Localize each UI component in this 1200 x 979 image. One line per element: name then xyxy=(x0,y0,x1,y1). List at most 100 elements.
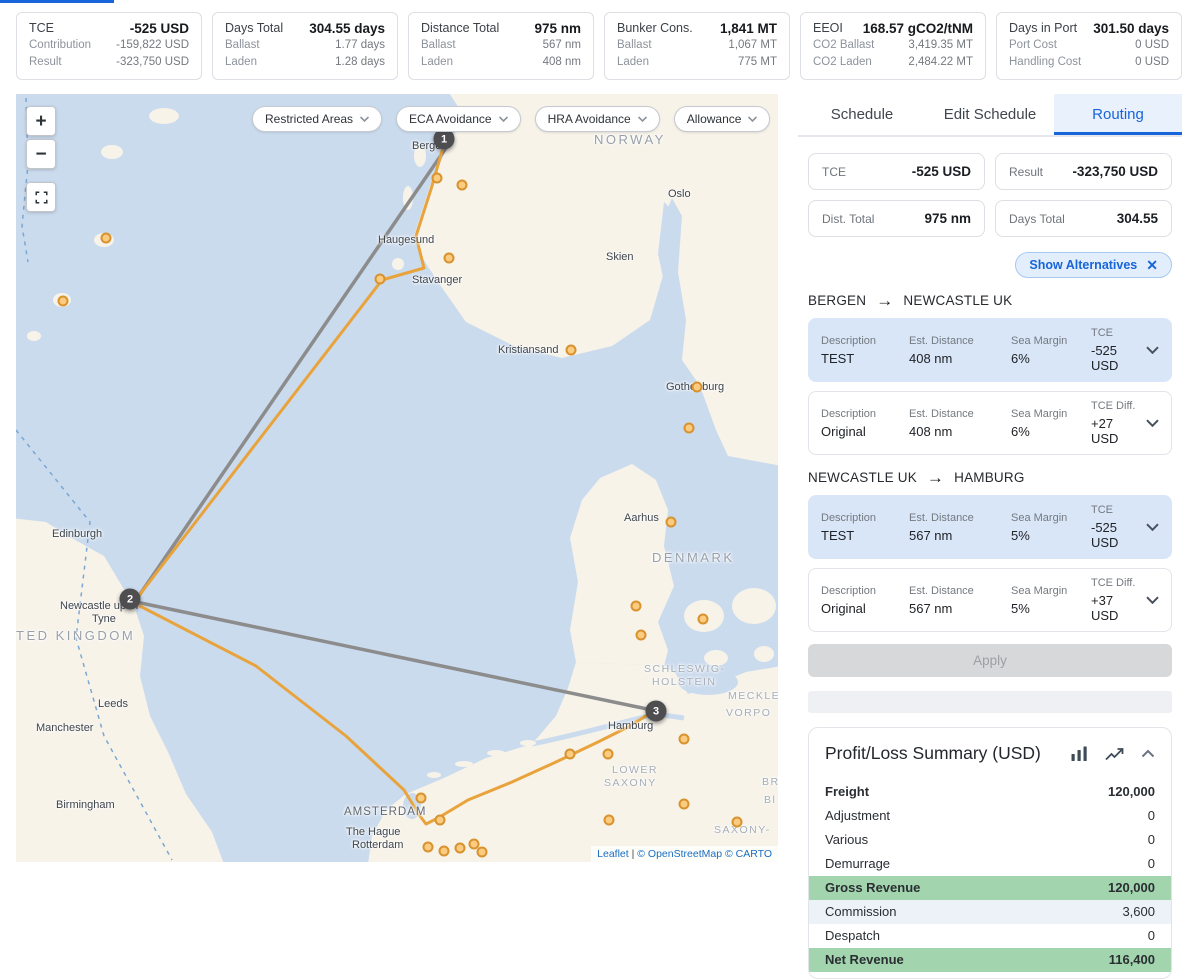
apply-button[interactable]: Apply xyxy=(808,644,1172,677)
map-label-vorpommern: VORPO xyxy=(726,707,771,719)
kpi-value: 1,841 MT xyxy=(720,20,777,37)
fit-bounds-button[interactable] xyxy=(26,182,56,212)
route-field: Est. Distance567 nm xyxy=(909,585,1011,616)
port-dot xyxy=(631,601,642,612)
eca-avoidance-dropdown[interactable]: ECA Avoidance xyxy=(396,106,521,132)
route-field: Sea Margin6% xyxy=(1011,408,1091,439)
route-field: Sea Margin5% xyxy=(1011,585,1091,616)
arrow-right-icon: → xyxy=(876,292,893,309)
kpi-value: -159,822 USD xyxy=(116,37,189,54)
kpi-value: 2,484.22 MT xyxy=(908,54,973,71)
leaflet-link[interactable]: Leaflet xyxy=(597,848,629,860)
kpi-label: Ballast xyxy=(617,37,652,54)
port-dot xyxy=(477,847,488,858)
hra-avoidance-dropdown[interactable]: HRA Avoidance xyxy=(535,106,660,132)
chevron-down-icon[interactable] xyxy=(1143,523,1159,531)
kpi-label: Laden xyxy=(617,54,649,71)
arrow-right-icon: → xyxy=(927,469,944,486)
restricted-areas-dropdown[interactable]: Restricted Areas xyxy=(252,106,382,132)
chevron-down-icon xyxy=(499,116,508,122)
pnl-row-gross-revenue: Gross Revenue120,000 xyxy=(809,876,1171,900)
zoom-in-button[interactable]: + xyxy=(26,106,56,136)
map-label-norway: NORWAY xyxy=(594,132,666,147)
mini-card-days: Days Total304.55 xyxy=(995,200,1172,237)
route-field: DescriptionOriginal xyxy=(821,585,909,616)
close-icon[interactable]: ✕ xyxy=(1146,258,1158,272)
waypoint-marker-2[interactable]: 2 xyxy=(120,588,141,609)
tab-routing[interactable]: Routing xyxy=(1054,94,1182,135)
show-alternatives-label: Show Alternatives xyxy=(1029,258,1137,272)
allowance-dropdown[interactable]: Allowance xyxy=(674,106,771,132)
route-field: Est. Distance408 nm xyxy=(909,335,1011,366)
route-map[interactable]: + − Restricted Areas ECA Avoidance HRA A… xyxy=(16,94,778,862)
kpi-value: 1.28 days xyxy=(335,54,385,71)
route-field: TCE-525 USD xyxy=(1091,327,1143,373)
chevron-down-icon xyxy=(360,116,369,122)
port-dot xyxy=(423,842,434,853)
kpi-label: Ballast xyxy=(225,37,260,54)
tab-schedule[interactable]: Schedule xyxy=(798,94,926,135)
pnl-row-net-revenue: Net Revenue116,400 xyxy=(809,948,1171,972)
port-dot xyxy=(566,345,577,356)
port-dot xyxy=(101,233,112,244)
mini-card-label: Result xyxy=(1009,165,1043,179)
kpi-value: 168.57 gCO2/tNM xyxy=(863,20,973,37)
kpi-value: 975 nm xyxy=(534,20,581,37)
mini-card-value: 975 nm xyxy=(924,211,971,226)
bar-chart-icon[interactable] xyxy=(1071,746,1088,761)
map-label-denmark: DENMARK xyxy=(652,550,735,565)
show-alternatives-button[interactable]: Show Alternatives ✕ xyxy=(1015,252,1172,278)
kpi-label: Result xyxy=(29,54,62,71)
port-dot xyxy=(603,749,614,760)
map-label-skien: Skien xyxy=(606,251,634,263)
kpi-card-eeoi: EEOI168.57 gCO2/tNM CO2 Ballast3,419.35 … xyxy=(800,12,986,80)
carto-link[interactable]: © CARTO xyxy=(725,848,772,860)
map-label-birmingham: Birmingham xyxy=(56,799,115,811)
route-option-selected[interactable]: DescriptionTEST Est. Distance408 nm Sea … xyxy=(808,318,1172,382)
map-label-oslo: Oslo xyxy=(668,188,691,200)
kpi-value: 301.50 days xyxy=(1093,20,1169,37)
route-field: Sea Margin5% xyxy=(1011,512,1091,543)
route-option[interactable]: DescriptionOriginal Est. Distance567 nm … xyxy=(808,568,1172,632)
kpi-strip: TCE-525 USD Contribution-159,822 USD Res… xyxy=(0,0,1200,80)
port-dot xyxy=(439,846,450,857)
osm-link[interactable]: © OpenStreetMap xyxy=(637,848,722,860)
kpi-card-tce: TCE-525 USD Contribution-159,822 USD Res… xyxy=(16,12,202,80)
dropdown-label: Allowance xyxy=(687,112,742,126)
port-dot xyxy=(692,382,703,393)
map-label-manchester: Manchester xyxy=(36,722,93,734)
route-field: Sea Margin6% xyxy=(1011,335,1091,366)
route-field: Est. Distance567 nm xyxy=(909,512,1011,543)
port-dot xyxy=(732,817,743,828)
routing-panel: Schedule Edit Schedule Routing TCE-525 U… xyxy=(798,94,1182,979)
chevron-down-icon xyxy=(748,116,757,122)
waypoint-marker-3[interactable]: 3 xyxy=(646,700,667,721)
kpi-value: -525 USD xyxy=(130,20,189,37)
profit-loss-rows: Freight120,000 Adjustment0 Various0 Demu… xyxy=(809,780,1171,972)
collapse-chevron-icon[interactable] xyxy=(1141,749,1155,758)
kpi-label: Days Total xyxy=(225,20,283,37)
route-option-selected[interactable]: DescriptionTEST Est. Distance567 nm Sea … xyxy=(808,495,1172,559)
kpi-label: Laden xyxy=(225,54,257,71)
dropdown-label: ECA Avoidance xyxy=(409,112,492,126)
map-label-united-kingdom: TED KINGDOM xyxy=(16,628,135,643)
chevron-down-icon[interactable] xyxy=(1143,596,1159,604)
map-label-the-hague: The Hague xyxy=(346,826,400,838)
port-dot xyxy=(698,614,709,625)
tab-edit-schedule[interactable]: Edit Schedule xyxy=(926,94,1054,135)
chevron-down-icon[interactable] xyxy=(1143,346,1159,354)
route-option[interactable]: DescriptionOriginal Est. Distance408 nm … xyxy=(808,391,1172,455)
dropdown-label: Restricted Areas xyxy=(265,112,353,126)
kpi-label: TCE xyxy=(29,20,54,37)
port-dot xyxy=(604,815,615,826)
kpi-card-port: Days in Port301.50 days Port Cost0 USD H… xyxy=(996,12,1182,80)
mini-card-value: 304.55 xyxy=(1117,211,1158,226)
trend-chart-icon[interactable] xyxy=(1105,746,1124,761)
chevron-down-icon[interactable] xyxy=(1143,419,1159,427)
route-field: DescriptionTEST xyxy=(821,335,909,366)
profit-loss-title: Profit/Loss Summary (USD) xyxy=(825,743,1054,764)
mini-card-distance: Dist. Total975 nm xyxy=(808,200,985,237)
leg-to: HAMBURG xyxy=(954,470,1024,485)
zoom-out-button[interactable]: − xyxy=(26,139,56,169)
kpi-value: 775 MT xyxy=(738,54,777,71)
